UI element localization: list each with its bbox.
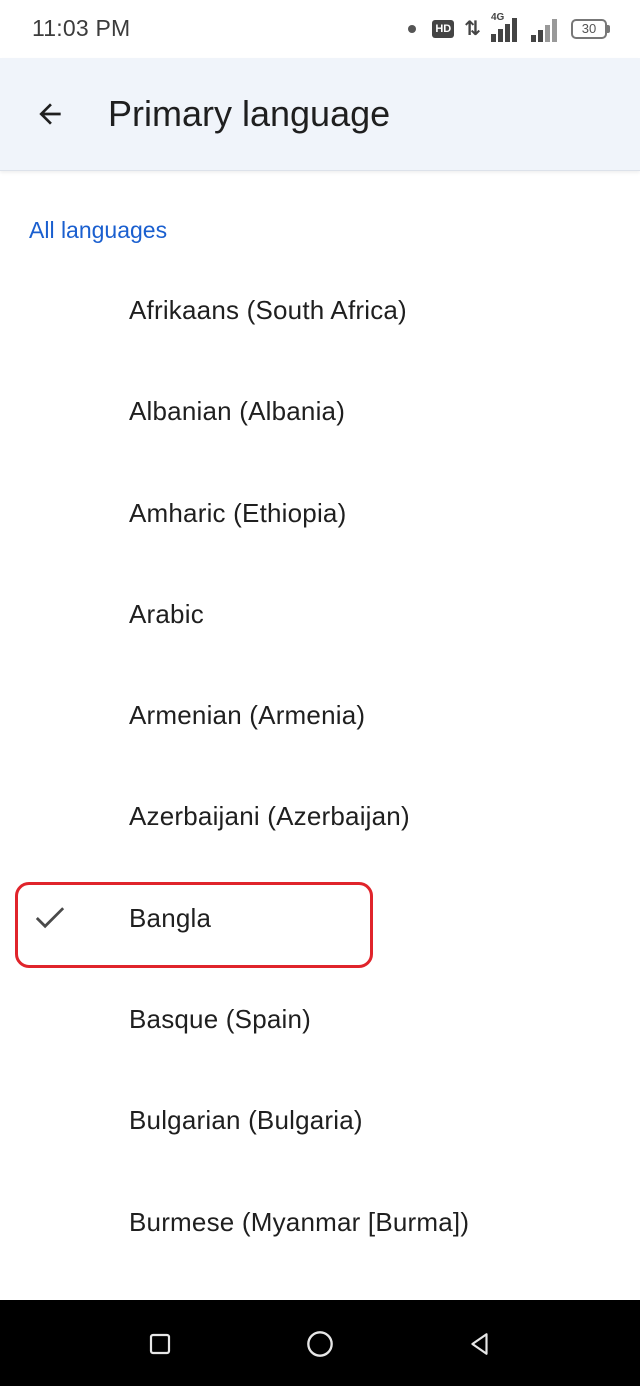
- back-button[interactable]: [26, 88, 74, 140]
- selected-item-highlight: [15, 882, 373, 968]
- language-item-azerbaijani[interactable]: Azerbaijani (Azerbaijan): [0, 767, 640, 868]
- battery-icon: 30: [571, 19, 610, 39]
- home-circle-icon: [307, 1331, 333, 1357]
- language-label: Amharic (Ethiopia): [129, 497, 347, 528]
- language-label: Basque (Spain): [129, 1004, 312, 1035]
- network-type-label: 4G: [491, 12, 505, 23]
- language-item-arabic[interactable]: Arabic: [0, 565, 640, 666]
- page-title: Primary language: [108, 93, 391, 134]
- language-item-bulgarian[interactable]: Bulgarian (Bulgaria): [0, 1071, 640, 1172]
- language-list: Afrikaans (South Africa) Albanian (Alban…: [0, 261, 640, 1274]
- recents-button[interactable]: [142, 1326, 178, 1362]
- signal-icon: [531, 16, 561, 42]
- section-header-all-languages: All languages: [29, 217, 168, 243]
- language-item-albanian[interactable]: Albanian (Albania): [0, 362, 640, 463]
- language-label: Armenian (Armenia): [129, 700, 366, 731]
- app-bar: Primary language: [0, 58, 640, 171]
- status-time: 11:03 PM: [32, 15, 131, 41]
- language-label: Bulgarian (Bulgaria): [129, 1105, 363, 1136]
- status-icons: HD ⇅ 4G 30: [408, 12, 610, 44]
- back-triangle-icon: [471, 1333, 488, 1355]
- signal-4g-icon: 4G: [491, 12, 521, 42]
- language-label: Afrikaans (South Africa): [129, 295, 407, 325]
- language-label: Burmese (Myanmar [Burma]): [129, 1206, 470, 1237]
- language-label: Arabic: [129, 598, 204, 629]
- home-button[interactable]: [302, 1326, 338, 1362]
- language-item-burmese[interactable]: Burmese (Myanmar [Burma]): [0, 1173, 640, 1274]
- notification-dot-icon: [408, 25, 417, 33]
- language-item-amharic[interactable]: Amharic (Ethiopia): [0, 464, 640, 565]
- data-arrows-icon: ⇅: [464, 18, 481, 40]
- language-label: Albanian (Albania): [129, 396, 346, 427]
- nav-back-button[interactable]: [462, 1326, 498, 1362]
- hd-icon: HD: [432, 20, 455, 38]
- language-item-afrikaans[interactable]: Afrikaans (South Africa): [0, 261, 640, 362]
- battery-level: 30: [571, 19, 607, 39]
- status-bar: 11:03 PM HD ⇅ 4G 30: [0, 0, 640, 58]
- language-item-basque[interactable]: Basque (Spain): [0, 970, 640, 1071]
- arrow-left-icon: [39, 103, 61, 125]
- language-label: Azerbaijani (Azerbaijan): [129, 801, 410, 832]
- recents-square-icon: [149, 1333, 171, 1355]
- system-nav-bar: [0, 1300, 640, 1386]
- language-item-armenian[interactable]: Armenian (Armenia): [0, 666, 640, 767]
